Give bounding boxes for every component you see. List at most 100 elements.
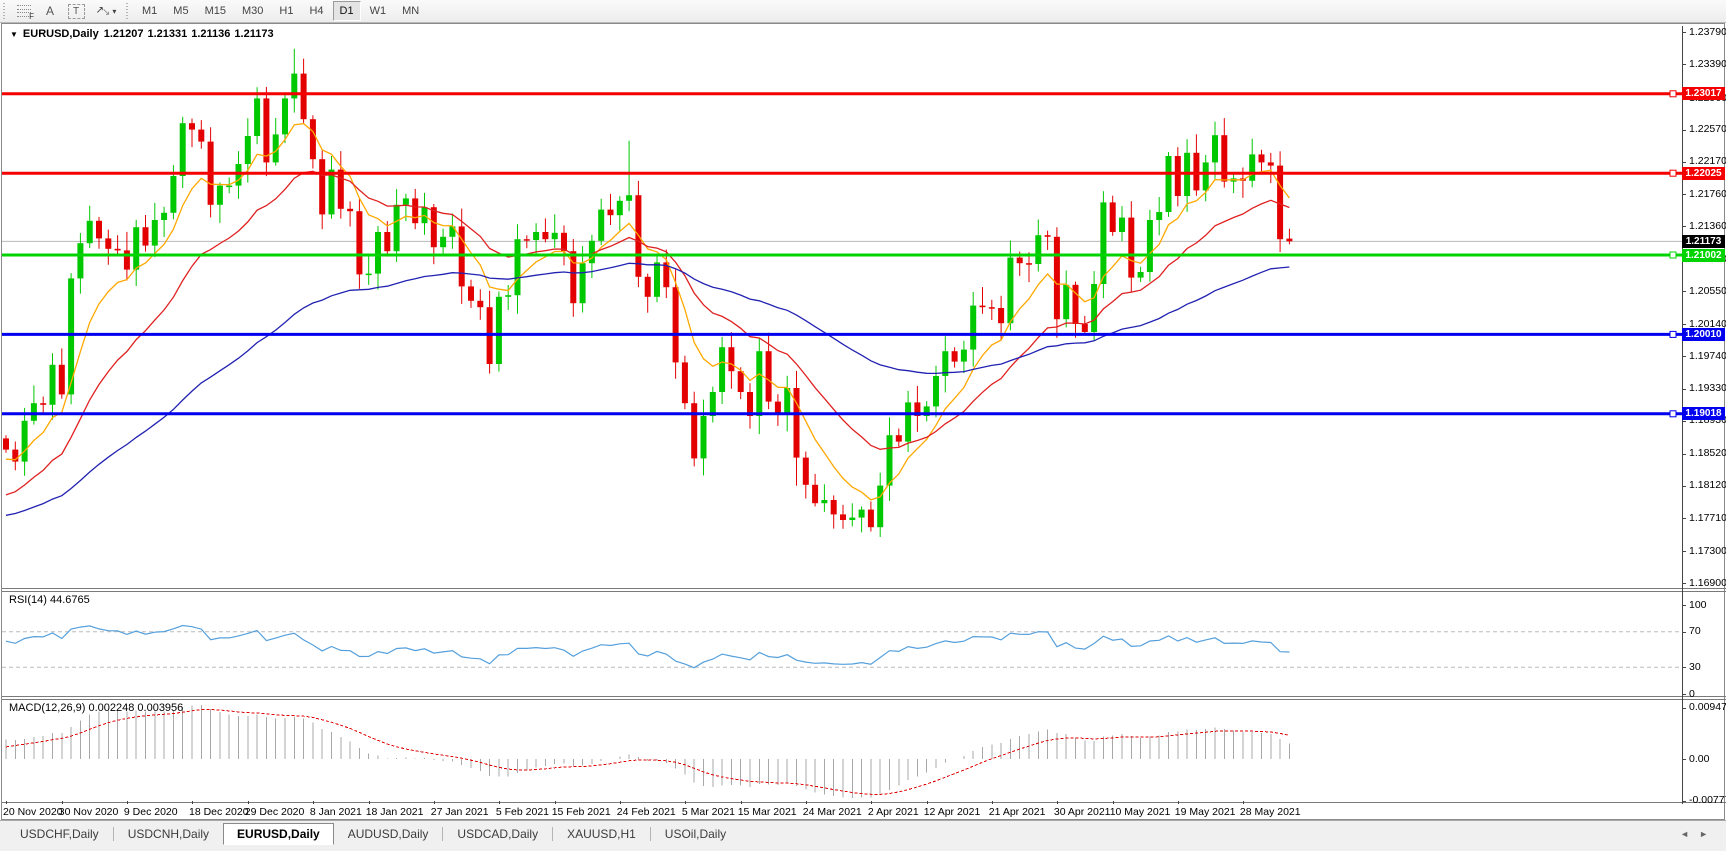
price-line-handle [1670,252,1676,258]
price-tick-1.23390-tick [1682,64,1686,65]
tab-eurusd-daily[interactable]: EURUSD,Daily [223,823,334,845]
price-line-handle [1670,170,1676,176]
price-tick-1.22170-tick [1682,162,1686,163]
rsi-tick-70: 70 [1689,625,1701,638]
tab-usdcnh-daily[interactable]: USDCNH,Daily [114,823,223,845]
price-tick-1.21360-tick [1682,226,1686,227]
date-tick [127,801,128,804]
date-label: 24 Feb 2021 [617,806,676,818]
timeframe-button-d1[interactable]: D1 [333,1,361,21]
toolbar-grip-2[interactable] [126,3,131,19]
pane-separator[interactable] [2,591,1726,592]
price-tick-1.19740: 1.19740 [1689,350,1726,363]
date-label: 19 May 2021 [1175,806,1236,818]
chart-window: ▼ EURUSD,Daily 1.212071.213311.211361.21… [1,23,1725,820]
timeframe-button-m15[interactable]: M15 [198,1,233,21]
quote-low: 1.21136 [191,28,230,40]
date-label: 29 Dec 2020 [245,806,305,818]
price-tick-1.21760-tick [1682,194,1686,195]
date-axis[interactable]: 20 Nov 202030 Nov 20209 Dec 202018 Dec 2… [2,804,1724,820]
tab-scroll-right-icon: ► [1699,829,1718,839]
date-label: 8 Jan 2021 [310,806,362,818]
price-line-handle [1670,91,1676,97]
price-chip-1.20010: 1.20010 [1682,328,1725,341]
date-tick [992,801,993,804]
date-tick [620,801,621,804]
rsi-tick-0-tick [1682,694,1686,695]
date-tick [741,801,742,804]
pane-separator[interactable] [2,699,1726,700]
price-axis[interactable]: 1.237901.233901.229601.225701.221701.217… [1682,24,1724,802]
timeframe-button-mn[interactable]: MN [395,1,426,21]
price-chip-1.21002: 1.21002 [1682,249,1725,262]
date-tick [434,801,435,804]
price-line-handle [1670,411,1676,417]
price-tick-1.18120-tick [1682,486,1686,487]
timeframe-button-m30[interactable]: M30 [235,1,270,21]
timeframe-button-m1[interactable]: M1 [135,1,164,21]
quote-open: 1.21207 [104,28,144,40]
date-tick [1243,801,1244,804]
date-label: 30 Nov 2020 [59,806,119,818]
pane-separator[interactable] [2,696,1726,697]
macd-tick-max: 0.009478 [1689,701,1726,714]
date-label: 30 Apr 2021 [1054,806,1111,818]
tab-scroll-arrows[interactable]: ◄► [1680,829,1718,839]
date-label: 5 Feb 2021 [496,806,549,818]
price-tick-1.23790-tick [1682,32,1686,33]
price-tick-1.17710-tick [1682,518,1686,519]
price-tick-1.20140-tick [1682,324,1686,325]
rsi-tick-100: 100 [1689,599,1707,612]
date-tick [1113,801,1114,804]
price-tick-1.18120: 1.18120 [1689,479,1726,492]
rsi-tick-30-tick [1682,667,1686,668]
date-tick [369,801,370,804]
macd-signal-line [6,710,1289,795]
date-tick [499,801,500,804]
price-tick-1.19330-tick [1682,389,1686,390]
macd-canvas[interactable] [2,700,1682,802]
text-label-icon[interactable]: T [64,0,88,22]
fibonacci-icon-letter: F [29,12,34,21]
timeframe-button-h4[interactable]: H4 [302,1,330,21]
price-tick-1.21360: 1.21360 [1689,220,1726,233]
price-tick-1.18520: 1.18520 [1689,447,1726,460]
timeframe-button-w1[interactable]: W1 [363,1,394,21]
tab-usdcad-daily[interactable]: USDCAD,Daily [443,823,552,845]
date-label: 5 Mar 2021 [682,806,735,818]
date-axis-line [2,802,1726,803]
arrows-dropdown-caret[interactable]: ▾ [112,7,116,16]
date-label: 27 Jan 2021 [431,806,489,818]
date-tick [927,801,928,804]
fibonacci-icon[interactable]: F [12,0,36,22]
price-tick-1.22570: 1.22570 [1689,123,1726,136]
price-tick-1.19740-tick [1682,356,1686,357]
mt4-application: F A T ↗ ↘ ▾ M1M5M15M30H1H4D1W1MN ▼ EURUS… [0,0,1726,851]
date-tick [871,801,872,804]
date-label: 20 Nov 2020 [3,806,63,818]
date-label: 10 May 2021 [1110,806,1171,818]
rsi-tick-30: 30 [1689,661,1701,674]
pane-separator[interactable] [2,588,1726,589]
timeframe-button-m5[interactable]: M5 [166,1,195,21]
date-tick [6,801,7,804]
date-label: 15 Feb 2021 [552,806,611,818]
price-chip-1.23017: 1.23017 [1682,87,1725,100]
main-chart-canvas[interactable] [2,26,1682,588]
rsi-label: RSI(14) 44.6765 [9,594,90,606]
tab-audusd-daily[interactable]: AUDUSD,Daily [334,823,443,845]
tab-usdchf-daily[interactable]: USDCHF,Daily [6,823,113,845]
text-icon[interactable]: A [38,0,62,22]
toolbar-grip[interactable] [3,3,8,19]
arrows-icon[interactable]: ↗ ↘ ▾ [90,0,122,22]
price-tick-1.17300-tick [1682,551,1686,552]
tab-xauusd-h1[interactable]: XAUUSD,H1 [553,823,650,845]
date-label: 18 Jan 2021 [366,806,424,818]
timeframe-toolbar: M1M5M15M30H1H4D1W1MN [134,1,427,21]
title-collapse-arrow[interactable]: ▼ [10,30,18,39]
rsi-canvas[interactable] [2,592,1682,696]
date-label: 21 Apr 2021 [989,806,1046,818]
timeframe-button-h1[interactable]: H1 [272,1,300,21]
rsi-tick-0: 0 [1689,688,1695,701]
tab-usoil-daily[interactable]: USOil,Daily [651,823,740,845]
